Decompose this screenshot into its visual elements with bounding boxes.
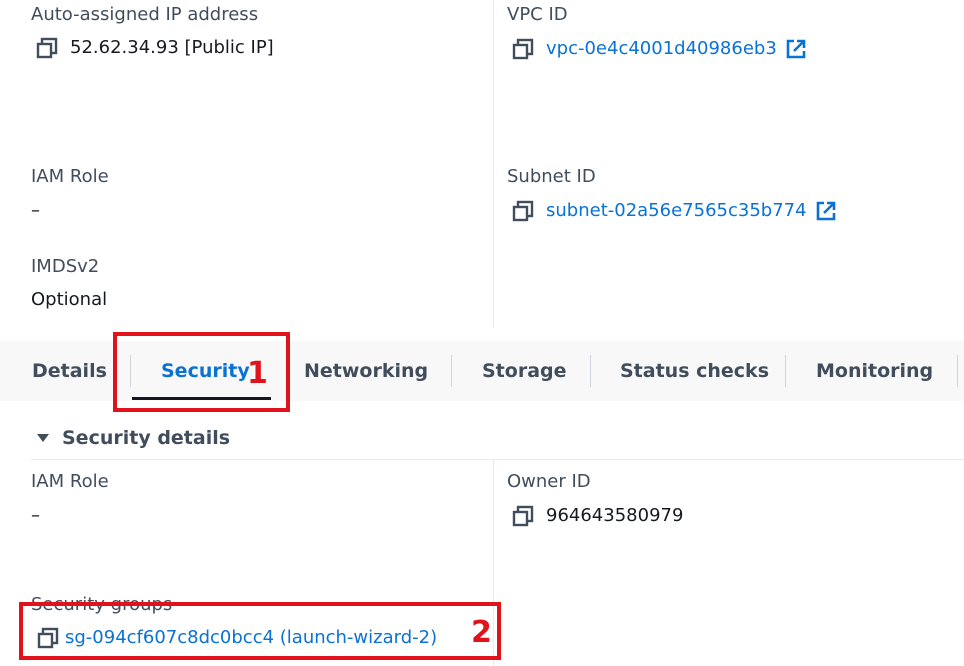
tab-details[interactable]: Details: [32, 341, 107, 401]
column-divider: [493, 0, 494, 328]
copy-icon[interactable]: [36, 37, 58, 59]
tab-status-checks[interactable]: Status checks: [620, 341, 769, 401]
subnet-id-value: subnet-02a56e7565c35b774: [512, 199, 837, 223]
auto-ip-text: 52.62.34.93 [Public IP]: [70, 37, 274, 58]
vpc-id-label: VPC ID: [507, 4, 568, 25]
tab-separator: [451, 355, 452, 387]
iam-role-label: IAM Role: [31, 166, 109, 187]
auto-ip-label: Auto-assigned IP address: [31, 4, 259, 25]
caret-down-icon: [37, 434, 49, 442]
tab-separator: [785, 355, 786, 387]
owner-id-value: 964643580979: [512, 504, 683, 528]
auto-ip-value: 52.62.34.93 [Public IP]: [36, 36, 274, 60]
tab-storage[interactable]: Storage: [482, 341, 567, 401]
tab-networking[interactable]: Networking: [304, 341, 428, 401]
security-details-toggle[interactable]: Security details: [36, 427, 230, 449]
copy-icon[interactable]: [512, 38, 534, 60]
annotation-box-2: [19, 602, 501, 660]
subnet-id-label: Subnet ID: [507, 166, 596, 187]
tab-separator: [590, 355, 591, 387]
owner-id-text: 964643580979: [546, 505, 684, 526]
copy-icon[interactable]: [512, 200, 534, 222]
section-divider: [31, 459, 964, 460]
subnet-id-link[interactable]: subnet-02a56e7565c35b774: [546, 199, 807, 223]
security-iam-role-label: IAM Role: [31, 471, 109, 492]
iam-role-value: –: [31, 200, 40, 221]
annotation-number-2: 2: [471, 615, 492, 650]
imdsv2-label: IMDSv2: [31, 256, 100, 277]
annotation-number-1: 1: [247, 356, 268, 391]
external-link-icon[interactable]: [815, 200, 837, 222]
copy-icon[interactable]: [512, 505, 534, 527]
vpc-id-link[interactable]: vpc-0e4c4001d40986eb3: [546, 37, 777, 61]
instance-details-page: Auto-assigned IP address 52.62.34.93 [Pu…: [0, 0, 964, 666]
imdsv2-value: Optional: [31, 289, 108, 310]
tab-separator: [957, 355, 958, 387]
tab-monitoring[interactable]: Monitoring: [816, 341, 933, 401]
vpc-id-value: vpc-0e4c4001d40986eb3: [512, 37, 807, 61]
owner-id-label: Owner ID: [507, 471, 591, 492]
security-details-heading: Security details: [62, 427, 231, 449]
security-iam-role-value: –: [31, 505, 40, 526]
external-link-icon[interactable]: [785, 38, 807, 60]
